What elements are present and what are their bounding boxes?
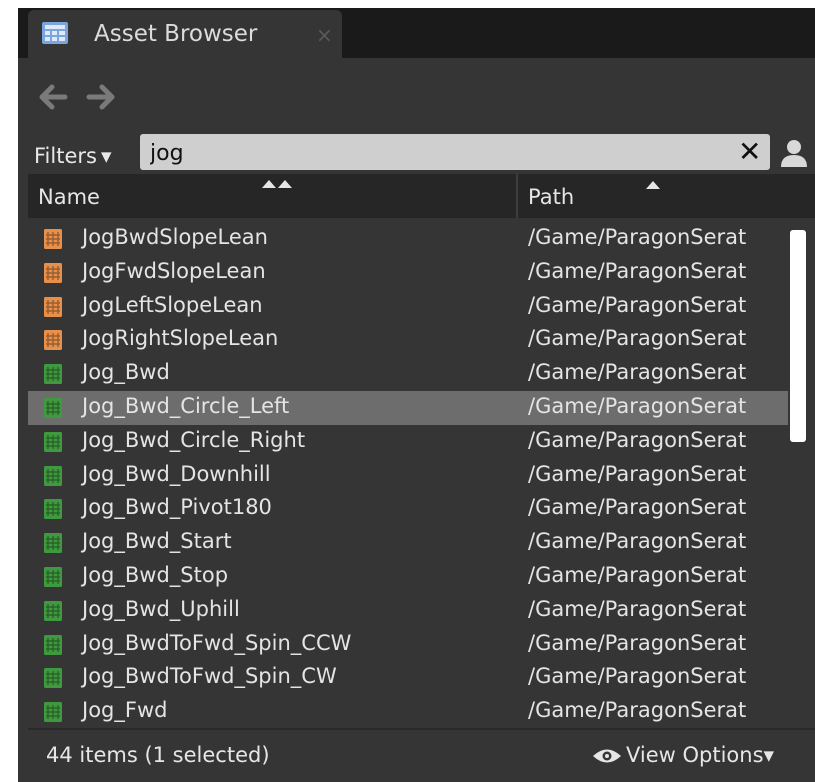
asset-path: /Game/ParagonSerat (528, 326, 747, 351)
asset-path: /Game/ParagonSerat (528, 393, 747, 418)
column-header-name[interactable]: Name (38, 185, 100, 209)
asset-name: Jog_Fwd (82, 698, 168, 723)
asset-name: Jog_Bwd_Downhill (82, 461, 271, 486)
table-row[interactable]: Jog_BwdToFwd_Spin_CCW/Game/ParagonSerat (28, 628, 788, 662)
person-icon[interactable] (778, 138, 810, 168)
animation-asset-icon (44, 634, 62, 655)
chevron-down-icon: ▾ (763, 743, 775, 767)
arrow-right-icon[interactable] (86, 84, 116, 110)
table-row[interactable]: JogRightSlopeLean/Game/ParagonSerat (28, 323, 788, 357)
asset-path: /Game/ParagonSerat (528, 258, 747, 283)
table-row[interactable]: JogLeftSlopeLean/Game/ParagonSerat (28, 290, 788, 324)
filters-label: Filters (34, 144, 97, 168)
table-row[interactable]: Jog_Bwd_Circle_Left/Game/ParagonSerat (28, 390, 788, 425)
close-icon[interactable]: × (316, 23, 333, 47)
table-row[interactable]: Jog_Bwd_Pivot180/Game/ParagonSerat (28, 492, 788, 526)
animation-asset-icon (44, 229, 62, 249)
asset-name: Jog_Bwd_Stop (82, 562, 229, 587)
asset-name: JogLeftSlopeLean (82, 292, 263, 317)
asset-name: Jog_Bwd_Uphill (82, 596, 240, 621)
column-divider[interactable] (516, 174, 518, 218)
asset-name: Jog_BwdToFwd_Spin_CCW (82, 630, 352, 655)
asset-path: /Game/ParagonSerat (528, 292, 747, 317)
arrow-left-icon[interactable] (38, 84, 68, 110)
asset-path: /Game/ParagonSerat (528, 461, 747, 486)
asset-name: Jog_Bwd_Pivot180 (82, 495, 272, 520)
clear-icon[interactable]: ✕ (738, 138, 761, 166)
animation-asset-icon (44, 702, 62, 723)
animation-asset-icon (44, 397, 62, 418)
asset-name: Jog_BwdToFwd_Spin_CW (82, 664, 337, 689)
asset-path: /Game/ParagonSerat (528, 529, 747, 554)
column-header-path[interactable]: Path (528, 185, 574, 209)
animation-asset-icon (44, 533, 62, 554)
animation-asset-icon (44, 668, 62, 689)
animation-asset-icon (44, 566, 62, 587)
view-options-button[interactable]: View Options▾ (592, 743, 774, 767)
asset-list: JogBwdSlopeLean/Game/ParagonSerat JogFwdS… (28, 222, 788, 728)
tab-strip: Asset Browser × (18, 8, 815, 58)
asset-path: /Game/ParagonSerat (528, 427, 747, 452)
sort-ascending-icon (262, 180, 292, 188)
sort-ascending-icon (646, 181, 660, 189)
asset-name: JogFwdSlopeLean (82, 258, 266, 283)
eye-icon (593, 749, 621, 763)
asset-browser-window: Asset Browser × Filters▾ ✕ Name Pa (18, 8, 815, 782)
animation-asset-icon (44, 499, 62, 520)
table-row[interactable]: Jog_Bwd_Start/Game/ParagonSerat (28, 526, 788, 560)
asset-path: /Game/ParagonSerat (528, 495, 747, 520)
table-row[interactable]: JogBwdSlopeLean/Game/ParagonSerat (28, 222, 788, 256)
table-row[interactable]: JogFwdSlopeLean/Game/ParagonSerat (28, 256, 788, 290)
table-row[interactable]: Jog_Bwd_Downhill/Game/ParagonSerat (28, 459, 788, 493)
asset-name: JogRightSlopeLean (82, 326, 279, 351)
scrollbar-thumb[interactable] (790, 230, 806, 442)
table-row[interactable]: Jog_Fwd/Game/ParagonSerat (28, 695, 788, 728)
table-row[interactable]: Jog_Bwd_Uphill/Game/ParagonSerat (28, 594, 788, 628)
animation-asset-icon (44, 364, 62, 385)
table-row[interactable]: Jog_Bwd_Stop/Game/ParagonSerat (28, 560, 788, 594)
asset-path: /Game/ParagonSerat (528, 664, 747, 689)
footer-divider (28, 728, 815, 730)
search-box: ✕ (140, 134, 770, 170)
animation-asset-icon (44, 330, 62, 351)
item-count-status: 44 items (1 selected) (46, 743, 270, 767)
asset-path: /Game/ParagonSerat (528, 630, 747, 655)
animation-asset-icon (44, 296, 62, 317)
view-options-label: View Options (626, 743, 764, 767)
chevron-down-icon: ▾ (100, 144, 112, 168)
animation-asset-icon (44, 262, 62, 283)
filters-dropdown[interactable]: Filters ▾ (34, 144, 112, 168)
asset-name: Jog_Bwd (82, 360, 170, 385)
search-input[interactable] (148, 138, 712, 168)
asset-name: Jog_Bwd_Circle_Left (82, 393, 290, 418)
animation-asset-icon (44, 600, 62, 621)
tab-title: Asset Browser (94, 21, 258, 47)
asset-name: JogBwdSlopeLean (82, 225, 268, 249)
asset-path: /Game/ParagonSerat (528, 596, 747, 621)
asset-path: /Game/ParagonSerat (528, 225, 747, 249)
animation-asset-icon (44, 465, 62, 486)
tab-asset-browser[interactable]: Asset Browser × (28, 10, 342, 58)
asset-name: Jog_Bwd_Circle_Right (82, 427, 306, 452)
asset-path: /Game/ParagonSerat (528, 562, 747, 587)
table-row[interactable]: Jog_Bwd_Circle_Right/Game/ParagonSerat (28, 425, 788, 459)
table-row[interactable]: Jog_BwdToFwd_Spin_CW/Game/ParagonSerat (28, 661, 788, 695)
asset-path: /Game/ParagonSerat (528, 360, 747, 385)
asset-path: /Game/ParagonSerat (528, 698, 747, 723)
animation-asset-icon (44, 431, 62, 452)
asset-name: Jog_Bwd_Start (82, 529, 232, 554)
table-header: Name Path (28, 174, 815, 218)
asset-grid-icon (42, 22, 68, 44)
table-row[interactable]: Jog_Bwd/Game/ParagonSerat (28, 357, 788, 391)
browser-panel: Filters▾ ✕ Name Path JogBwdSlopeLean/Gam… (18, 58, 815, 782)
